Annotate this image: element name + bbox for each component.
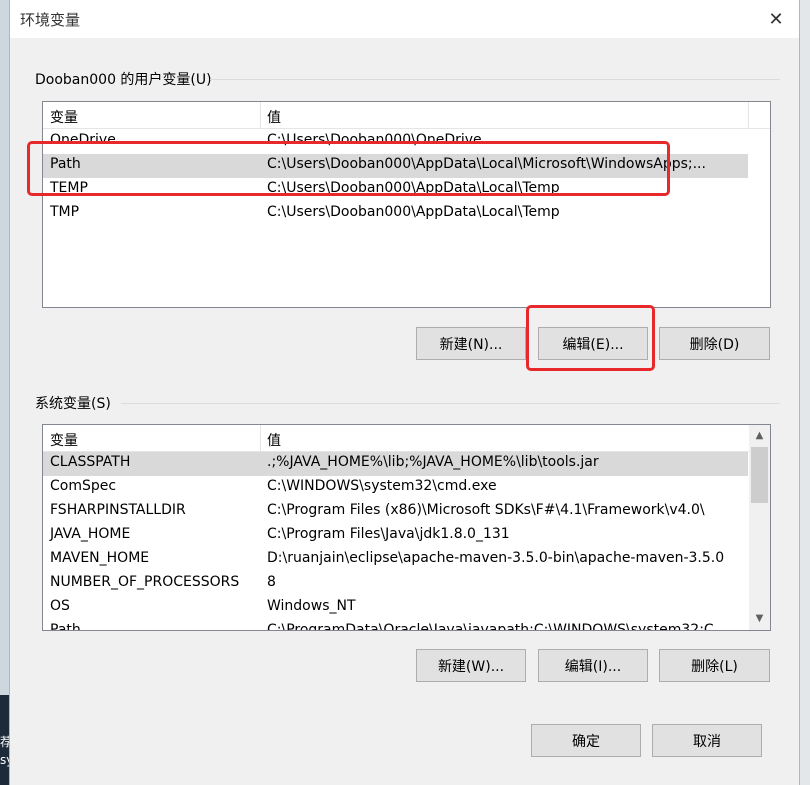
cancel-button[interactable]: 取消 bbox=[652, 724, 762, 757]
variable-value: C:\Users\Dooban000\OneDrive bbox=[267, 132, 482, 148]
variable-name: TMP bbox=[50, 204, 80, 220]
user-vars-group-label: Dooban000 的用户变量(U) bbox=[35, 72, 212, 88]
background-window-strip: 荐 sy bbox=[0, 695, 13, 785]
variable-value: C:\Program Files\Java\jdk1.8.0_131 bbox=[267, 526, 510, 542]
variable-value: C:\WINDOWS\system32\cmd.exe bbox=[267, 478, 497, 494]
variable-name: OS bbox=[50, 598, 70, 614]
title-bar: 环境变量 ✕ bbox=[10, 0, 799, 38]
column-separator[interactable] bbox=[260, 425, 261, 451]
variable-name: MAVEN_HOME bbox=[50, 550, 150, 566]
variable-name: FSHARPINSTALLDIR bbox=[50, 502, 186, 518]
system-edit-button[interactable]: 编辑(I)... bbox=[538, 649, 648, 682]
variable-value: C:\Users\Dooban000\AppData\Local\Temp bbox=[267, 204, 560, 220]
close-icon: ✕ bbox=[768, 8, 784, 30]
system-variables-list[interactable]: 变量 值 CLASSPATH .;%JAVA_HOME%\lib;%JAVA_H… bbox=[42, 424, 771, 631]
variable-name: OneDrive bbox=[50, 132, 116, 148]
list-row-os[interactable]: OS Windows_NT bbox=[43, 596, 748, 620]
column-separator[interactable] bbox=[748, 102, 749, 128]
list-row-path[interactable]: Path C:\Users\Dooban000\AppData\Local\Mi… bbox=[43, 154, 748, 178]
variable-value: C:\ProgramData\Oracle\Java\javapath;C:\W… bbox=[267, 622, 728, 631]
group-divider bbox=[121, 403, 780, 404]
column-header-variable[interactable]: 变量 bbox=[50, 430, 78, 450]
variable-name: Path bbox=[50, 622, 81, 631]
list-row-comspec[interactable]: ComSpec C:\WINDOWS\system32\cmd.exe bbox=[43, 476, 748, 500]
variable-name: NUMBER_OF_PROCESSORS bbox=[50, 574, 240, 590]
scroll-up-icon[interactable]: ▲ bbox=[751, 427, 768, 444]
list-row-java-home[interactable]: JAVA_HOME C:\Program Files\Java\jdk1.8.0… bbox=[43, 524, 748, 548]
user-variables-list[interactable]: 变量 值 OneDrive C:\Users\Dooban000\OneDriv… bbox=[42, 101, 771, 308]
system-delete-button[interactable]: 删除(L) bbox=[659, 649, 770, 682]
variable-name: Path bbox=[50, 156, 81, 172]
scroll-down-icon[interactable]: ▼ bbox=[751, 610, 768, 627]
environment-variables-dialog: 环境变量 ✕ Dooban000 的用户变量(U) 变量 值 OneDrive … bbox=[9, 0, 800, 785]
variable-value: D:\ruanjain\eclipse\apache-maven-3.5.0-b… bbox=[267, 550, 725, 566]
ok-button[interactable]: 确定 bbox=[531, 724, 641, 757]
variable-name: CLASSPATH bbox=[50, 454, 131, 470]
user-delete-button[interactable]: 删除(D) bbox=[659, 327, 770, 360]
list-header: 变量 值 bbox=[43, 102, 770, 129]
list-header: 变量 值 bbox=[43, 425, 750, 452]
list-row-temp[interactable]: TEMP C:\Users\Dooban000\AppData\Local\Te… bbox=[43, 178, 770, 202]
scrollbar-thumb[interactable] bbox=[751, 447, 768, 503]
variable-name: TEMP bbox=[50, 180, 88, 196]
variable-value: C:\Program Files (x86)\Microsoft SDKs\F#… bbox=[267, 502, 705, 518]
user-edit-button[interactable]: 编辑(E)... bbox=[538, 327, 648, 360]
list-row-tmp[interactable]: TMP C:\Users\Dooban000\AppData\Local\Tem… bbox=[43, 202, 770, 226]
variable-name: ComSpec bbox=[50, 478, 117, 494]
close-button[interactable]: ✕ bbox=[753, 0, 799, 38]
user-new-button[interactable]: 新建(N)... bbox=[416, 327, 526, 360]
list-row-number-of-processors[interactable]: NUMBER_OF_PROCESSORS 8 bbox=[43, 572, 748, 596]
desktop-background-left bbox=[0, 0, 9, 785]
column-header-variable[interactable]: 变量 bbox=[50, 107, 78, 127]
variable-value: 8 bbox=[267, 574, 276, 590]
vertical-scrollbar[interactable]: ▲ ▼ bbox=[749, 425, 770, 630]
list-row-path-partial[interactable]: Path C:\ProgramData\Oracle\Java\javapath… bbox=[43, 620, 748, 631]
list-row-fsharpinstalldir[interactable]: FSHARPINSTALLDIR C:\Program Files (x86)\… bbox=[43, 500, 748, 524]
system-vars-group-label: 系统变量(S) bbox=[35, 396, 111, 412]
column-separator[interactable] bbox=[260, 102, 261, 128]
column-header-value[interactable]: 值 bbox=[267, 107, 281, 127]
variable-value: C:\Users\Dooban000\AppData\Local\Temp bbox=[267, 180, 560, 196]
group-divider bbox=[210, 79, 780, 80]
list-row-onedrive[interactable]: OneDrive C:\Users\Dooban000\OneDrive bbox=[43, 130, 770, 154]
list-row-classpath[interactable]: CLASSPATH .;%JAVA_HOME%\lib;%JAVA_HOME%\… bbox=[43, 452, 748, 476]
desktop-background-right bbox=[800, 0, 810, 785]
variable-value: Windows_NT bbox=[267, 598, 356, 614]
column-header-value[interactable]: 值 bbox=[267, 430, 281, 450]
variable-name: JAVA_HOME bbox=[50, 526, 131, 542]
list-row-maven-home[interactable]: MAVEN_HOME D:\ruanjain\eclipse\apache-ma… bbox=[43, 548, 748, 572]
dialog-title: 环境变量 bbox=[20, 11, 81, 29]
system-new-button[interactable]: 新建(W)... bbox=[416, 649, 526, 682]
variable-value: C:\Users\Dooban000\AppData\Local\Microso… bbox=[267, 156, 706, 172]
variable-value: .;%JAVA_HOME%\lib;%JAVA_HOME%\lib\tools.… bbox=[267, 454, 599, 470]
